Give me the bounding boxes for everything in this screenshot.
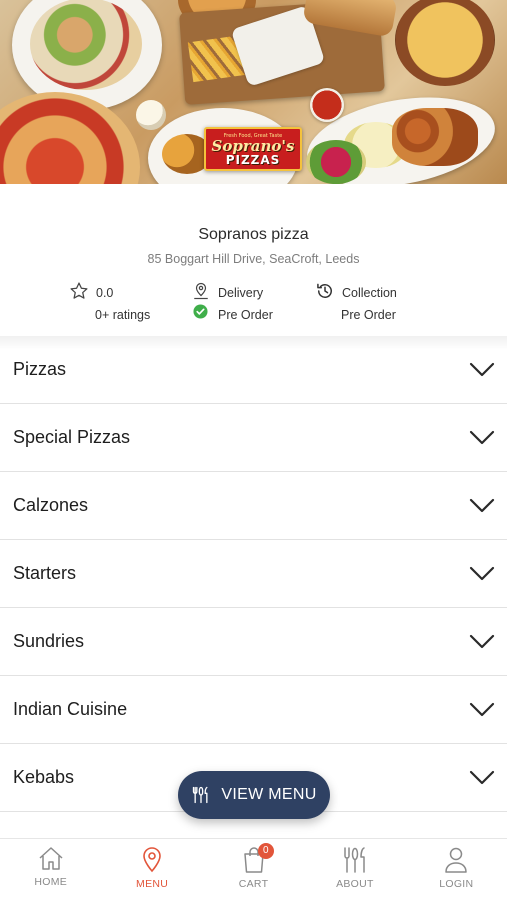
hero-banner: Fresh Food, Great Taste Soprano's PIZZAS [0, 0, 507, 184]
restaurant-logo: Fresh Food, Great Taste Soprano's PIZZAS [204, 127, 302, 171]
cart-count-badge: 0 [257, 843, 274, 859]
check-circle-icon [193, 304, 208, 322]
star-icon [69, 281, 89, 304]
food-chicken [392, 108, 478, 166]
fork-knife-icon [344, 847, 365, 873]
map-pin-icon [192, 281, 210, 304]
nav-cart-label: CART [238, 878, 269, 890]
category-label: Starters [13, 563, 77, 583]
bottom-nav: HOME MENU 0 CART ABOUT LOGIN [0, 838, 507, 900]
category-label: Pizzas [13, 359, 67, 379]
category-list: Pizzas Special Pizzas Calzones Starters … [0, 336, 507, 812]
category-special-pizzas[interactable]: Special Pizzas [0, 404, 507, 472]
category-label: Calzones [13, 495, 89, 515]
chevron-down-icon [469, 634, 495, 648]
home-icon [39, 847, 63, 870]
logo-title: Soprano's [211, 136, 295, 155]
collection-mode: Pre Order [341, 308, 396, 322]
category-starters[interactable]: Starters [0, 540, 507, 608]
nav-login-label: LOGIN [439, 878, 474, 890]
food-shaker [136, 100, 166, 130]
restaurant-name: Sopranos pizza [198, 226, 309, 243]
category-indian-cuisine[interactable]: Indian Cuisine [0, 676, 507, 744]
category-label: Special Pizzas [13, 427, 131, 447]
chevron-down-icon [469, 362, 495, 376]
nav-home[interactable]: HOME [0, 839, 101, 900]
restaurant-address: 85 Boggart Hill Drive, SeaCroft, Leeds [147, 252, 360, 266]
chevron-down-icon [469, 702, 495, 716]
food-salad [306, 140, 366, 184]
user-icon [445, 847, 468, 873]
collection-label: Collection [342, 286, 397, 300]
nav-home-label: HOME [34, 876, 68, 888]
category-sundries[interactable]: Sundries [0, 608, 507, 676]
ratings-count: 0+ ratings [95, 308, 151, 322]
view-menu-button[interactable]: VIEW MENU [178, 771, 330, 819]
chevron-down-icon [469, 770, 495, 784]
rating-value: 0.0 [96, 286, 114, 300]
food-pizza [0, 92, 140, 184]
view-menu-label: VIEW MENU [221, 786, 317, 803]
history-clock-icon [315, 281, 335, 304]
category-label: Indian Cuisine [13, 699, 128, 719]
delivery-label: Delivery [218, 286, 264, 300]
location-pin-icon [143, 847, 161, 873]
nav-about[interactable]: ABOUT [304, 839, 405, 900]
food-bowl-fries [395, 0, 495, 86]
chevron-down-icon [469, 430, 495, 444]
nav-menu-label: MENU [136, 878, 169, 890]
nav-about-label: ABOUT [336, 878, 374, 890]
category-label: Kebabs [13, 767, 75, 787]
chevron-down-icon [469, 498, 495, 512]
chevron-down-icon [469, 566, 495, 580]
category-label: Sundries [13, 631, 85, 651]
logo-subtitle: PIZZAS [225, 152, 281, 167]
nav-login[interactable]: LOGIN [406, 839, 507, 900]
nav-menu[interactable]: MENU [101, 839, 202, 900]
food-sauce [310, 88, 344, 122]
delivery-mode: Pre Order [218, 308, 273, 322]
cutlery-icon [193, 786, 208, 804]
nav-cart[interactable]: 0 CART [203, 839, 304, 900]
category-pizzas[interactable]: Pizzas [0, 336, 507, 404]
category-calzones[interactable]: Calzones [0, 472, 507, 540]
restaurant-info: Sopranos pizza 85 Boggart Hill Drive, Se… [0, 184, 507, 336]
